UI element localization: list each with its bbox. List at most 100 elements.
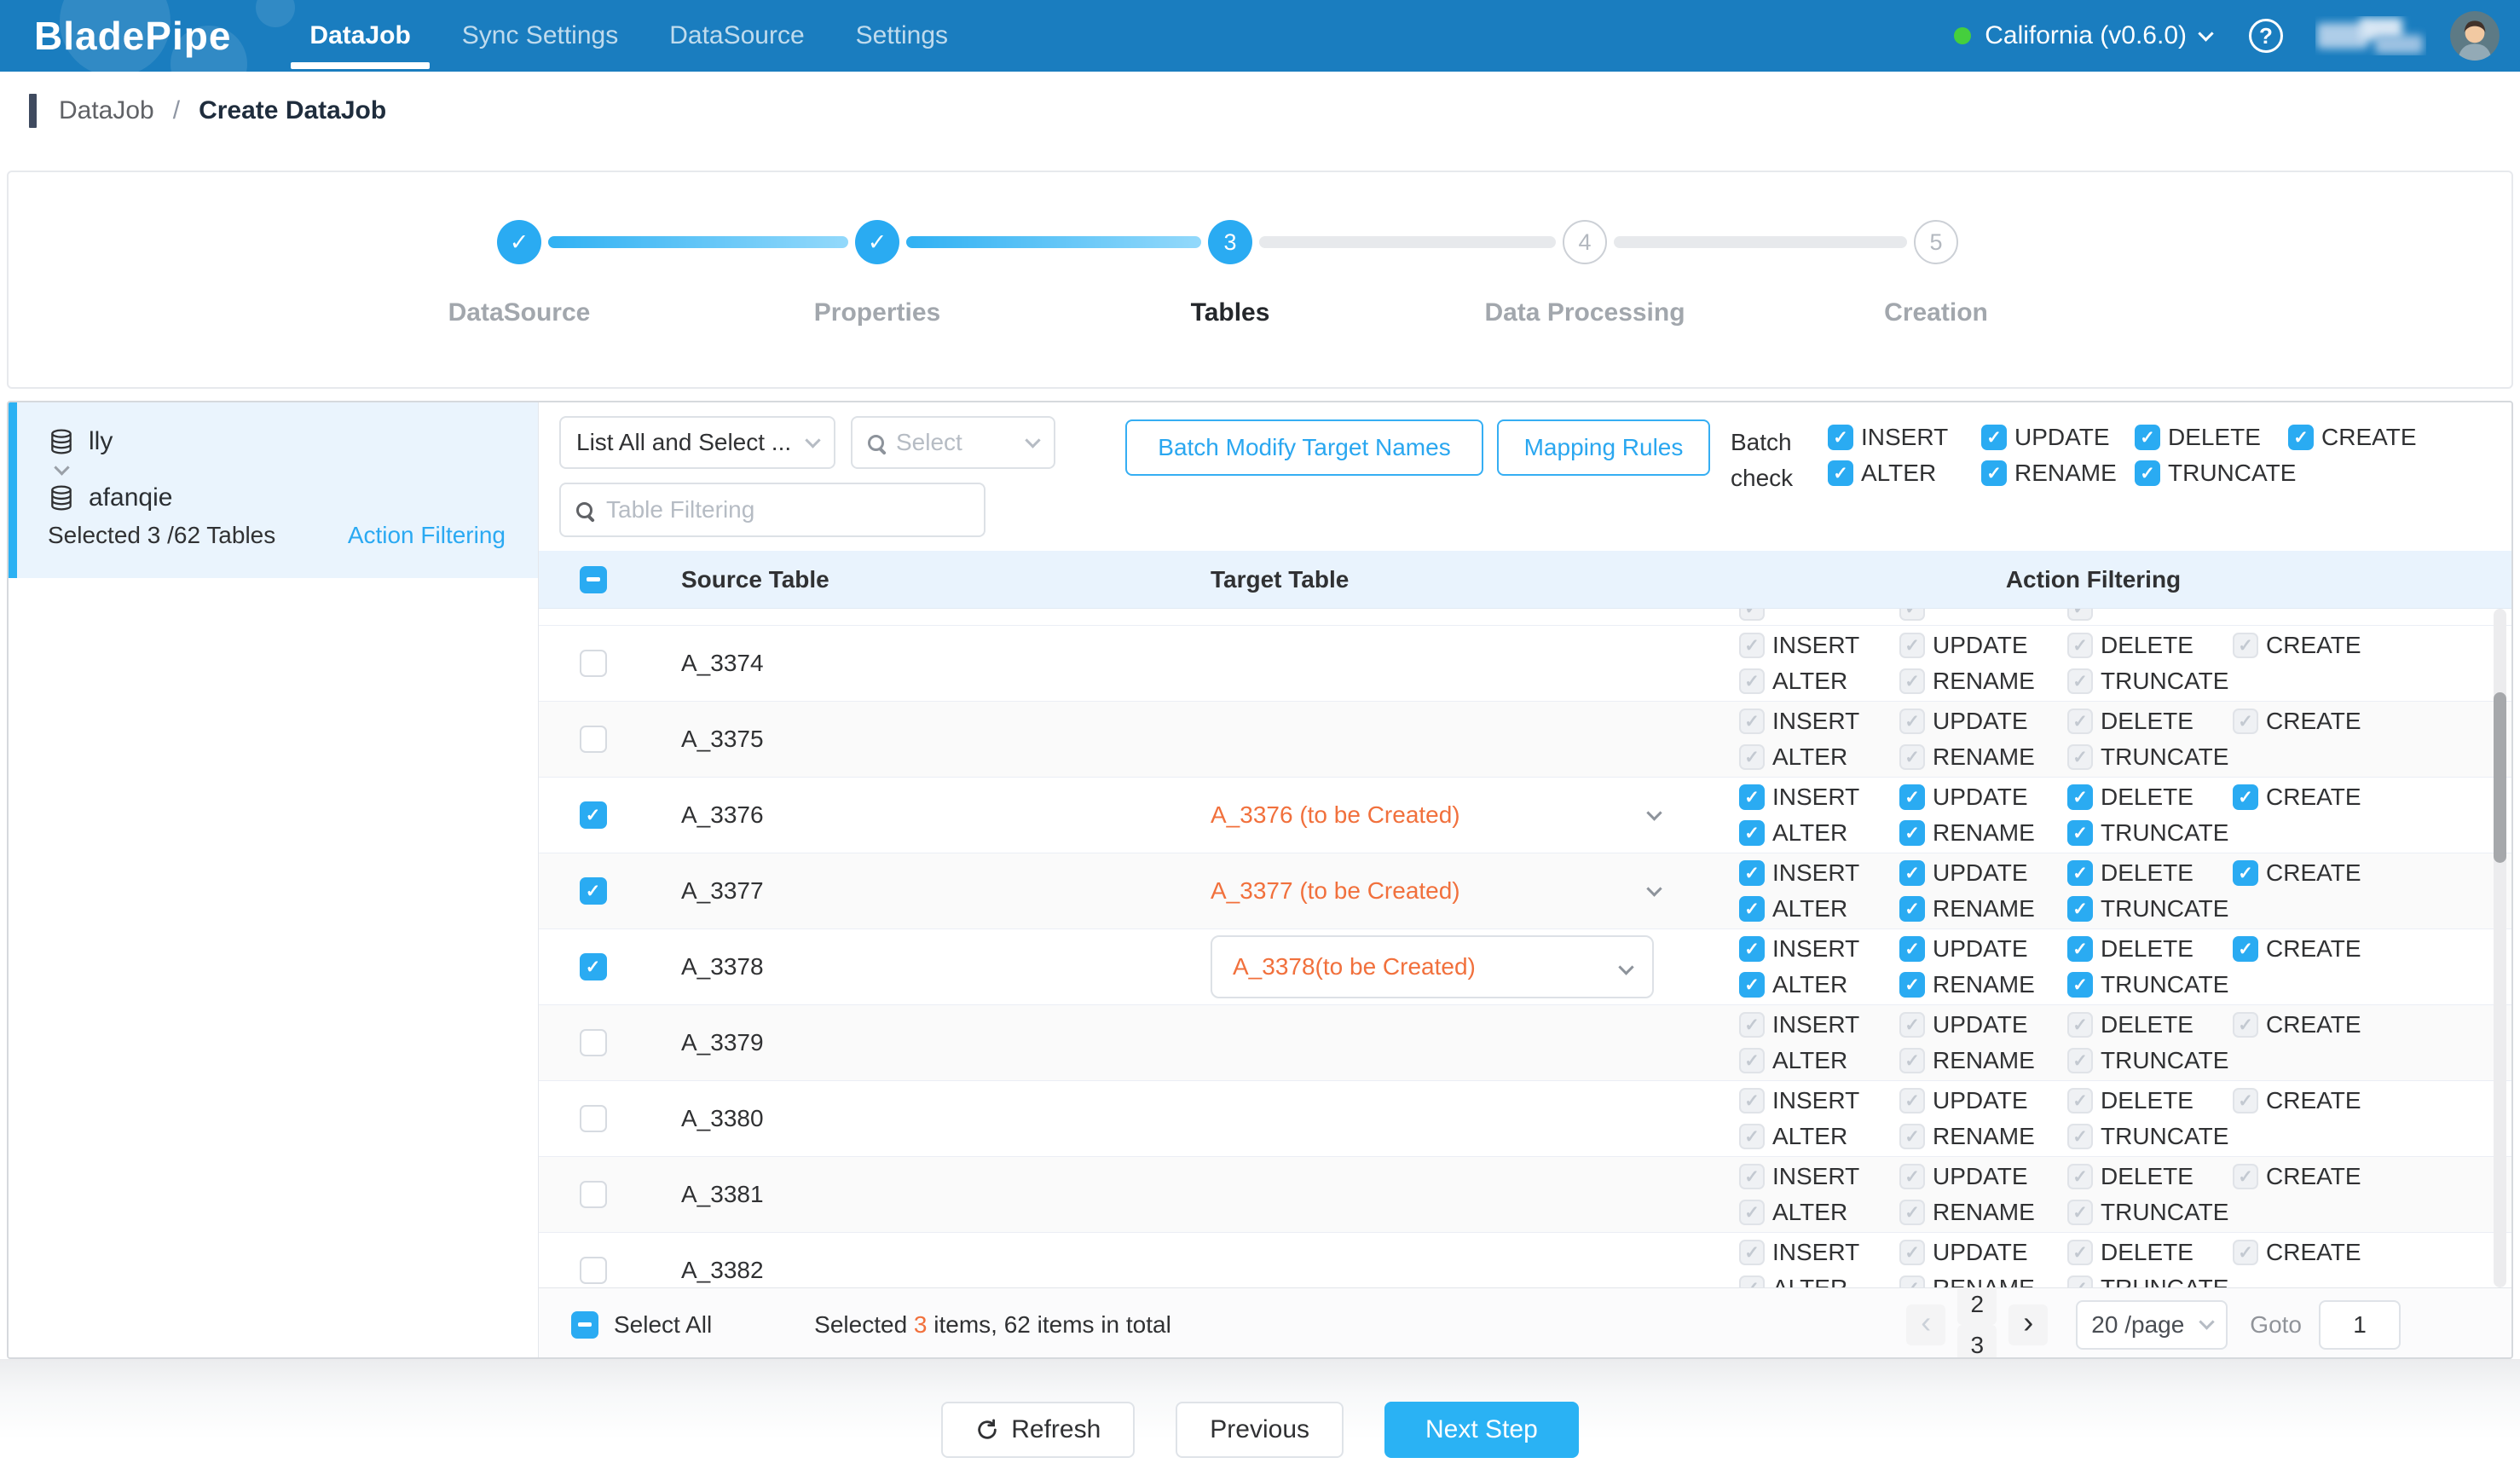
action-filter-cell: ✓INSERT✓UPDATE✓DELETE✓CREATE✓ALTER✓RENAM… <box>1701 1159 2511 1230</box>
step-circle-properties[interactable]: ✓ <box>855 220 899 264</box>
action-checkbox-delete[interactable]: ✓ <box>2067 936 2093 962</box>
step-circle-creation[interactable]: 5 <box>1914 220 1958 264</box>
action-filtering-link[interactable]: Action Filtering <box>348 522 506 549</box>
row-checkbox[interactable]: ✓ <box>580 877 607 905</box>
action-checkbox-alter[interactable]: ✓ <box>1739 896 1765 922</box>
previous-button[interactable]: Previous <box>1176 1402 1344 1458</box>
batch-checkbox-truncate[interactable]: ✓ <box>2135 460 2160 486</box>
nav-item-sync-settings[interactable]: Sync Settings <box>436 0 644 72</box>
row-checkbox[interactable] <box>580 1181 607 1208</box>
prev-page-button[interactable]: ‹ <box>1906 1304 1945 1345</box>
page-button-2[interactable]: 2 <box>1957 1284 1997 1325</box>
action-checkbox-truncate: ✓ <box>2067 1124 2093 1149</box>
table-select[interactable]: Select <box>851 416 1055 469</box>
batch-checkbox-alter[interactable]: ✓ <box>1828 460 1853 486</box>
action-filter-grid: ✓INSERT✓UPDATE✓DELETE✓CREATE✓ALTER✓RENAM… <box>1739 1235 2511 1287</box>
top-nav: BladePipe DataJob Sync Settings DataSour… <box>0 0 2520 72</box>
row-checkbox[interactable] <box>580 1105 607 1132</box>
action-option: ✓TRUNCATE <box>2067 895 2233 923</box>
avatar[interactable] <box>2450 11 2500 61</box>
row-checkbox[interactable]: ✓ <box>580 801 607 829</box>
step-circle-datasource[interactable]: ✓ <box>497 220 541 264</box>
source-table-name: A_3375 <box>647 726 1172 753</box>
action-option: ✓UPDATE <box>1899 708 2067 735</box>
action-option: ✓TRUNCATE <box>2067 971 2233 998</box>
select-all-checkbox[interactable] <box>571 1311 598 1339</box>
step-circle-tables[interactable]: 3 <box>1208 220 1252 264</box>
next-step-button[interactable]: Next Step <box>1384 1402 1579 1458</box>
select-all-checkbox[interactable] <box>580 566 607 593</box>
action-checkbox-alter[interactable]: ✓ <box>1739 820 1765 846</box>
refresh-label: Refresh <box>1011 1415 1101 1444</box>
target-table-select[interactable]: A_3378(to be Created) <box>1211 935 1654 998</box>
action-option: ✓DELETE <box>2067 859 2233 887</box>
action-option: ✓INSERT <box>1739 708 1899 735</box>
help-icon[interactable]: ? <box>2249 19 2283 53</box>
row-checkbox[interactable] <box>580 1257 607 1284</box>
action-filter-cell: ✓INSERT✓UPDATE✓DELETE✓CREATE✓ALTER✓RENAM… <box>1701 1007 2511 1079</box>
row-checkbox[interactable] <box>580 1029 607 1056</box>
action-checkbox-rename[interactable]: ✓ <box>1899 896 1925 922</box>
chevron-down-icon[interactable] <box>1646 805 1662 820</box>
nav-item-datasource[interactable]: DataSource <box>644 0 829 72</box>
batch-check-line: ✓ALTER✓RENAME✓TRUNCATE <box>1828 455 2442 491</box>
action-checkbox-rename: ✓ <box>1899 1048 1925 1073</box>
nav-item-datajob[interactable]: DataJob <box>284 0 436 72</box>
action-checkbox-truncate[interactable]: ✓ <box>2067 972 2093 998</box>
batch-checkbox-update[interactable]: ✓ <box>1981 425 2007 450</box>
batch-checkbox-delete[interactable]: ✓ <box>2135 425 2160 450</box>
action-checkbox-create[interactable]: ✓ <box>2233 860 2258 886</box>
action-filter-cell: ✓INSERT✓UPDATE✓DELETE✓CREATE✓ALTER✓RENAM… <box>1701 855 2511 927</box>
scrollbar-thumb[interactable] <box>2494 692 2506 863</box>
row-checkbox[interactable] <box>580 726 607 753</box>
list-mode-select[interactable]: List All and Select ... <box>559 416 835 469</box>
target-table-name[interactable]: A_3376 (to be Created) <box>1211 801 1460 829</box>
table-filter-input[interactable] <box>604 495 968 524</box>
schema-selected-block[interactable]: lly afanqie Selected 3 /62 Tables Action… <box>9 402 538 578</box>
batch-checkbox-insert[interactable]: ✓ <box>1828 425 1853 450</box>
page-button-3[interactable]: 3 <box>1957 1325 1997 1360</box>
row-checkbox[interactable] <box>580 650 607 677</box>
row-checkbox[interactable]: ✓ <box>580 953 607 980</box>
region-selector[interactable]: California (v0.6.0) <box>1985 21 2187 50</box>
action-checkbox-insert[interactable]: ✓ <box>1739 784 1765 810</box>
mapping-rules-button[interactable]: Mapping Rules <box>1497 419 1710 476</box>
batch-modify-target-names-button[interactable]: Batch Modify Target Names <box>1125 419 1483 476</box>
action-checkbox-alter[interactable]: ✓ <box>1739 972 1765 998</box>
select-all-header-cell <box>539 566 647 593</box>
action-option: ✓CREATE <box>2233 632 2378 659</box>
action-checkbox-insert[interactable]: ✓ <box>1739 936 1765 962</box>
nav-item-settings[interactable]: Settings <box>830 0 974 72</box>
chevron-down-icon[interactable] <box>2198 26 2213 41</box>
action-option: ✓CREATE <box>2233 1011 2378 1038</box>
goto-page-input[interactable] <box>2319 1300 2401 1350</box>
action-checkbox-update[interactable]: ✓ <box>1899 860 1925 886</box>
row-select-cell <box>539 1105 647 1132</box>
action-label: RENAME <box>1933 1047 2035 1074</box>
action-checkbox-create[interactable]: ✓ <box>2233 784 2258 810</box>
action-checkbox-rename[interactable]: ✓ <box>1899 972 1925 998</box>
row-select-cell: ✓ <box>539 953 647 980</box>
breadcrumb-parent[interactable]: DataJob <box>59 96 154 125</box>
target-table-name[interactable]: A_3377 (to be Created) <box>1211 877 1460 905</box>
action-checkbox-rename[interactable]: ✓ <box>1899 820 1925 846</box>
action-checkbox-insert[interactable]: ✓ <box>1739 860 1765 886</box>
next-page-button[interactable]: › <box>2008 1304 2048 1345</box>
action-checkbox-delete[interactable]: ✓ <box>2067 784 2093 810</box>
action-checkbox-delete[interactable]: ✓ <box>2067 860 2093 886</box>
action-checkbox-update[interactable]: ✓ <box>1899 936 1925 962</box>
batch-checkbox-rename[interactable]: ✓ <box>1981 460 2007 486</box>
action-checkbox-update[interactable]: ✓ <box>1899 784 1925 810</box>
page-size-select[interactable]: 20 /page <box>2076 1300 2228 1350</box>
step-label: Creation <box>1783 298 2089 327</box>
chevron-down-icon[interactable] <box>1646 881 1662 896</box>
action-checkbox-truncate[interactable]: ✓ <box>2067 820 2093 846</box>
refresh-button[interactable]: Refresh <box>941 1402 1135 1458</box>
batch-checkbox-create[interactable]: ✓ <box>2288 425 2314 450</box>
step-circle-data-processing[interactable]: 4 <box>1563 220 1607 264</box>
action-checkbox-rename: ✓ <box>1899 1275 1925 1287</box>
action-checkbox-insert: ✓ <box>1739 1164 1765 1189</box>
action-checkbox-create[interactable]: ✓ <box>2233 936 2258 962</box>
action-checkbox-truncate[interactable]: ✓ <box>2067 896 2093 922</box>
action-label: INSERT <box>1772 1163 1859 1190</box>
